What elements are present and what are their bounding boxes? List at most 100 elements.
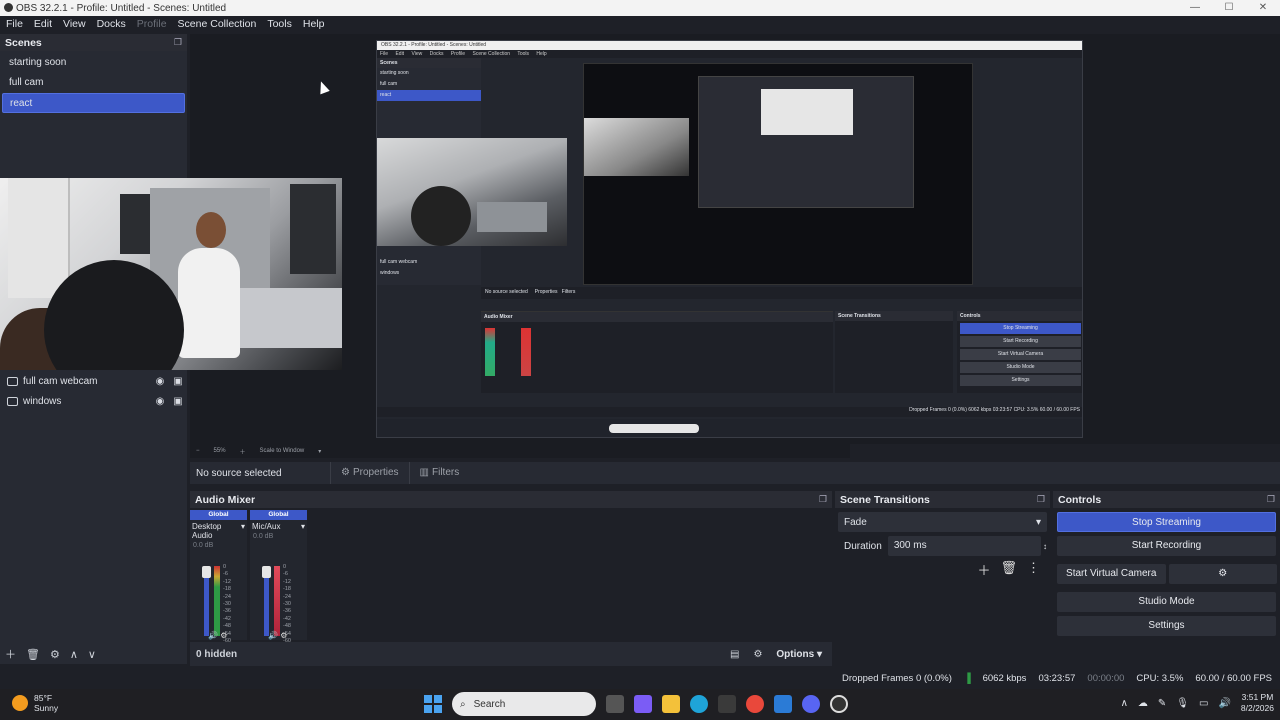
taskbar-search[interactable]: ⌕ Search xyxy=(452,692,596,716)
channel-name[interactable]: Mic/Aux ▾ xyxy=(250,520,307,533)
camera-icon xyxy=(7,376,18,386)
record-time: 00:00:00 xyxy=(1087,672,1125,684)
gear-icon[interactable]: ⚙ xyxy=(1168,564,1277,584)
stream-time: 03:23:57 xyxy=(1038,672,1076,684)
zoom-out-icon[interactable]: − xyxy=(196,448,200,454)
settings-button[interactable]: Settings xyxy=(1057,616,1276,636)
filters-button[interactable]: ▥ Filters xyxy=(408,462,470,484)
studio-mode-button[interactable]: Studio Mode xyxy=(1057,592,1276,612)
lock-icon[interactable]: ▣ xyxy=(169,396,187,407)
undock-icon[interactable]: ❐ xyxy=(1037,494,1045,505)
add-icon[interactable]: ＋ xyxy=(977,560,990,579)
speaker-icon[interactable]: 🔊 xyxy=(268,631,278,640)
visibility-eye-icon[interactable]: ◉ xyxy=(151,396,169,407)
close-button[interactable]: ✕ xyxy=(1246,0,1280,16)
weather-text: Sunny xyxy=(34,703,59,713)
channel-name[interactable]: Desktop Audio ▾ xyxy=(190,520,247,542)
minimize-button[interactable]: — xyxy=(1178,0,1212,16)
photos-icon[interactable] xyxy=(774,695,792,713)
channel-controls: 🔊 ⚙ xyxy=(268,631,287,640)
scale-tick: 0 xyxy=(223,564,227,570)
volume-icon[interactable]: 🔊 xyxy=(1218,698,1230,709)
windows-start-icon[interactable] xyxy=(424,695,442,713)
properties-button[interactable]: ⚙ Properties xyxy=(330,462,409,484)
scene-item-full-cam[interactable]: full cam xyxy=(2,73,185,93)
chevron-down-icon[interactable]: ▾ xyxy=(318,448,321,455)
store-icon[interactable] xyxy=(718,695,736,713)
menu-tools[interactable]: Tools xyxy=(267,18,292,30)
transition-select[interactable]: Fade ▾ xyxy=(838,512,1047,532)
display-icon[interactable]: ▭ xyxy=(1199,698,1208,709)
options-label: Options xyxy=(776,648,815,660)
move-up-icon[interactable]: ∧ xyxy=(70,648,78,661)
menu-profile[interactable]: Profile xyxy=(137,18,167,30)
undock-icon[interactable]: ❐ xyxy=(819,494,827,505)
scene-item-starting-soon[interactable]: starting soon xyxy=(2,53,185,73)
speaker-icon[interactable]: 🔊 xyxy=(208,631,218,640)
maximize-button[interactable]: ☐ xyxy=(1212,0,1246,16)
channel-controls: 🔊 ⚙ xyxy=(208,631,227,640)
gear-icon[interactable]: ⚙ xyxy=(220,631,227,640)
captured-window: OBS 32.2.1 - Profile: Untitled - Scenes:… xyxy=(376,40,1083,438)
fader-handle[interactable] xyxy=(202,566,211,578)
source-item-full-cam-webcam[interactable]: full cam webcam ◉ ▣ xyxy=(0,371,187,391)
add-icon[interactable]: ＋ xyxy=(5,646,16,662)
task-view-icon[interactable] xyxy=(606,695,624,713)
inner-taskbar xyxy=(377,419,1082,437)
webcam-overlay[interactable] xyxy=(0,178,342,370)
source-item-windows[interactable]: windows ◉ ▣ xyxy=(0,391,187,411)
chevron-down-icon: ▾ xyxy=(300,522,305,531)
visibility-eye-icon[interactable]: ◉ xyxy=(151,376,169,387)
gear-icon[interactable]: ⚙ xyxy=(50,648,60,661)
duration-label: Duration xyxy=(844,540,882,552)
pen-icon[interactable]: ✎ xyxy=(1158,698,1166,709)
menu-file[interactable]: File xyxy=(6,18,23,30)
duration-input[interactable]: 300 ms xyxy=(887,536,1041,556)
menu-docks[interactable]: Docks xyxy=(97,18,126,30)
properties-label: Properties xyxy=(352,467,399,478)
discord-icon[interactable] xyxy=(802,695,820,713)
microphone-icon[interactable]: 🎙 xyxy=(1176,698,1189,709)
weather-widget[interactable]: 85°F Sunny xyxy=(12,693,58,713)
menu-scene-collection[interactable]: Scene Collection xyxy=(178,18,257,30)
search-label: Search xyxy=(473,698,506,710)
preview-canvas[interactable]: OBS 32.2.1 - Profile: Untitled - Scenes:… xyxy=(190,34,1280,444)
layout-toggle-icon[interactable]: ▤ xyxy=(730,649,739,660)
menu-view[interactable]: View xyxy=(63,18,86,30)
filters-label: Filters xyxy=(432,467,460,478)
trash-icon[interactable]: 🗑 xyxy=(1000,560,1017,579)
channel-label: Mic/Aux xyxy=(252,522,281,531)
file-explorer-icon[interactable] xyxy=(662,695,680,713)
move-down-icon[interactable]: ∨ xyxy=(88,648,96,661)
chevron-up-icon[interactable]: ∧ xyxy=(1121,698,1128,709)
copilot-icon[interactable] xyxy=(634,695,652,713)
undock-icon[interactable]: ❐ xyxy=(174,37,182,48)
cloud-icon[interactable]: ☁ xyxy=(1138,698,1148,709)
menu-edit[interactable]: Edit xyxy=(34,18,52,30)
trash-icon[interactable]: 🗑 xyxy=(26,648,40,661)
scale-tick: -12 xyxy=(223,578,231,585)
advanced-audio-icon[interactable]: ⚙ xyxy=(753,649,762,660)
scene-transitions-dock: Scene Transitions ❐ Fade ▾ Duration 300 … xyxy=(835,491,1050,666)
more-options-icon[interactable]: ⋮ xyxy=(1027,560,1040,579)
lock-icon[interactable]: ▣ xyxy=(169,376,187,387)
fader-handle[interactable] xyxy=(262,566,271,578)
scale-mode[interactable]: Scale to Window xyxy=(260,448,305,454)
stop-streaming-button[interactable]: Stop Streaming xyxy=(1057,512,1276,532)
obs-icon[interactable] xyxy=(830,695,848,713)
clock[interactable]: 3:51 PM 8/2/2026 xyxy=(1241,692,1274,714)
start-virtual-camera-button[interactable]: Start Virtual Camera xyxy=(1057,564,1166,584)
chrome-icon[interactable] xyxy=(746,695,764,713)
options-dropdown[interactable]: Options ▾ xyxy=(776,649,822,660)
nested-obs-window xyxy=(698,76,914,208)
scene-item-react[interactable]: react xyxy=(2,93,185,113)
gear-icon[interactable]: ⚙ xyxy=(280,631,287,640)
person-on-bed xyxy=(178,248,240,358)
edge-icon[interactable] xyxy=(690,695,708,713)
hidden-count[interactable]: 0 hidden xyxy=(196,649,730,660)
spinner-icon[interactable]: ↕ xyxy=(1041,542,1047,551)
zoom-in-icon[interactable]: ＋ xyxy=(240,447,246,456)
menu-help[interactable]: Help xyxy=(303,18,325,30)
start-recording-button[interactable]: Start Recording xyxy=(1057,536,1276,556)
undock-icon[interactable]: ❐ xyxy=(1267,494,1275,505)
